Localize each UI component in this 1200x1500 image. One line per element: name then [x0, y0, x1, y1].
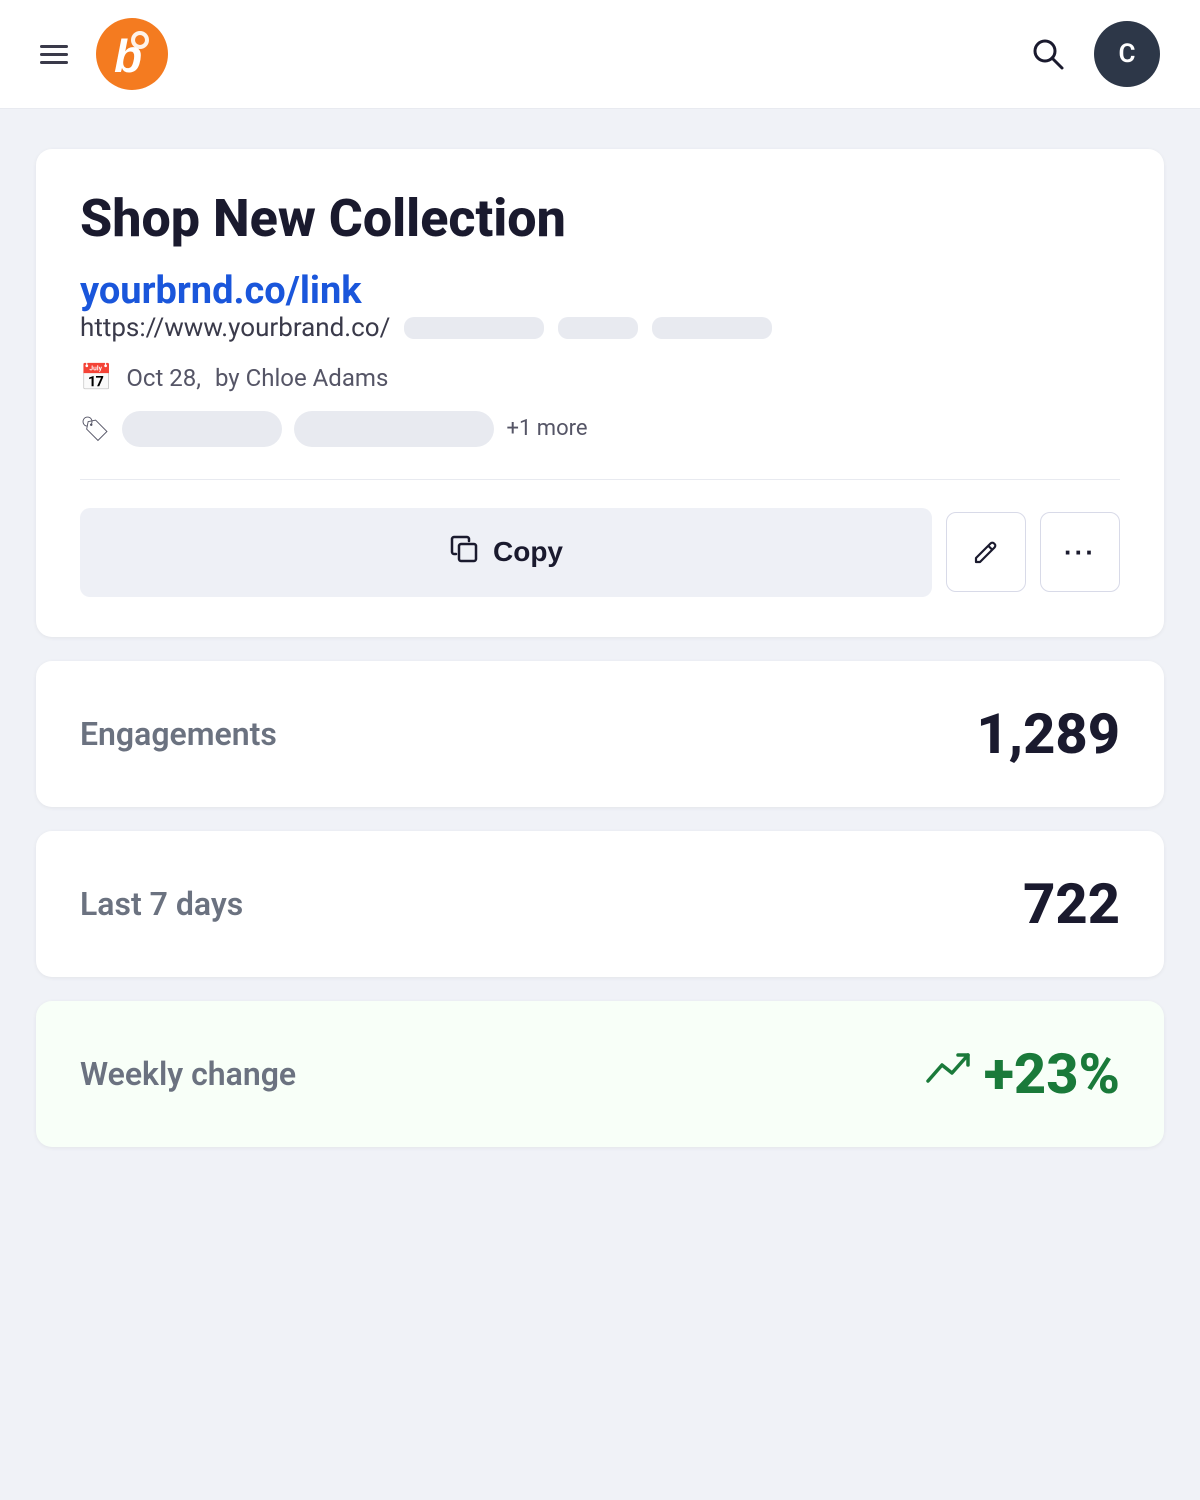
tags-more: +1 more — [506, 416, 587, 441]
last7-card: Last 7 days 722 — [36, 831, 1164, 977]
url-placeholder-3 — [652, 317, 772, 339]
copy-icon — [449, 534, 479, 571]
tag-2 — [294, 411, 494, 447]
main-content: Shop New Collection yourbrnd.co/link htt… — [0, 109, 1200, 1187]
last7-value: 722 — [1023, 871, 1120, 937]
ellipsis-icon: ··· — [1064, 537, 1096, 568]
edit-button[interactable] — [946, 512, 1026, 592]
more-button[interactable]: ··· — [1040, 512, 1120, 592]
hamburger-menu-icon[interactable] — [40, 45, 68, 64]
weekly-card: Weekly change +23% — [36, 1001, 1164, 1147]
tag-icon: 🏷 — [80, 415, 110, 443]
calendar-icon: 📅 — [80, 363, 112, 393]
link-title: Shop New Collection — [80, 189, 1120, 249]
copy-button[interactable]: Copy — [80, 508, 932, 597]
meta-row: 📅 Oct 28, by Chloe Adams — [80, 363, 1120, 393]
weekly-value-container: +23% — [926, 1041, 1120, 1107]
tag-1 — [122, 411, 282, 447]
weekly-value-text: +23% — [984, 1041, 1120, 1107]
tags-row: 🏷 +1 more — [80, 411, 1120, 447]
divider — [80, 479, 1120, 480]
meta-author: by Chloe Adams — [215, 364, 388, 392]
weekly-label: Weekly change — [80, 1055, 296, 1093]
url-placeholder-2 — [558, 317, 638, 339]
engagements-value: 1,289 — [976, 701, 1120, 767]
avatar[interactable]: C — [1094, 21, 1160, 87]
engagements-card: Engagements 1,289 — [36, 661, 1164, 807]
long-url-row: https://www.yourbrand.co/ — [80, 313, 1120, 343]
url-placeholder-1 — [404, 317, 544, 339]
trend-up-icon — [926, 1051, 970, 1097]
header-left: b — [40, 18, 168, 90]
engagements-label: Engagements — [80, 715, 277, 753]
header: b C — [0, 0, 1200, 109]
header-right: C — [1030, 21, 1160, 87]
search-icon[interactable] — [1030, 36, 1066, 72]
logo[interactable]: b — [96, 18, 168, 90]
actions-row: Copy ··· — [80, 508, 1120, 597]
copy-button-label: Copy — [493, 536, 563, 568]
link-card: Shop New Collection yourbrnd.co/link htt… — [36, 149, 1164, 637]
meta-date: Oct 28, — [126, 364, 201, 392]
short-url[interactable]: yourbrnd.co/link — [80, 269, 362, 313]
last7-label: Last 7 days — [80, 885, 243, 923]
long-url-text: https://www.yourbrand.co/ — [80, 313, 390, 343]
